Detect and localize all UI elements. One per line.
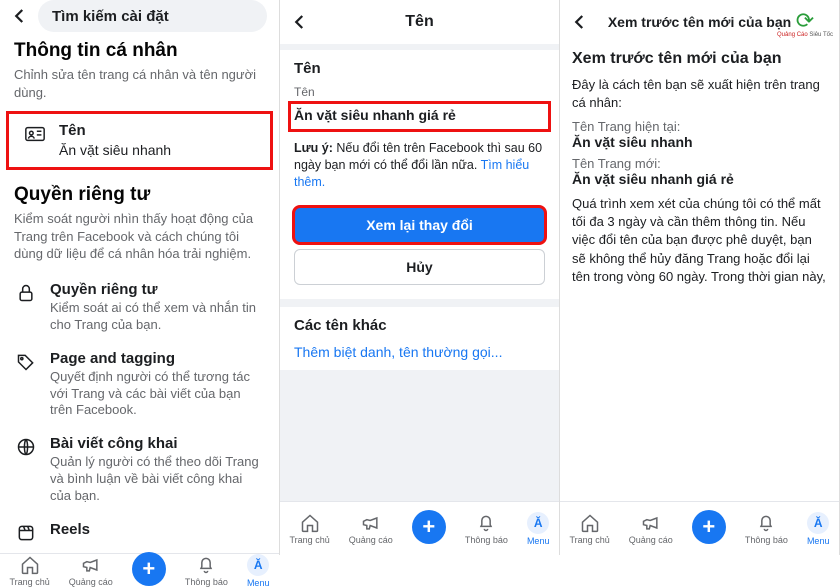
lock-icon xyxy=(14,281,38,305)
public-title: Bài viết công khai xyxy=(50,435,265,452)
section-sub-privacy: Kiểm soát người nhìn thấy hoạt động của … xyxy=(14,210,265,263)
note-text: Lưu ý: Nếu đổi tên trên Facebook thì sau… xyxy=(280,138,559,201)
nav-notif[interactable]: Thông báo xyxy=(745,513,788,545)
nav-notif[interactable]: Thông báo xyxy=(185,555,228,587)
nav-create[interactable]: + xyxy=(692,514,726,544)
nav-create[interactable]: + xyxy=(132,556,166,586)
tag-sub: Quyết định người có thể tương tác với Tr… xyxy=(50,369,265,420)
cancel-button[interactable]: Hủy xyxy=(294,249,545,285)
nav-menu[interactable]: ĂMenu xyxy=(247,554,270,588)
add-nickname-link[interactable]: Thêm biệt danh, tên thường gọi... xyxy=(280,334,559,370)
nav-home[interactable]: Trang chủ xyxy=(570,513,610,545)
nav-notif[interactable]: Thông báo xyxy=(465,513,508,545)
page-title: Tên xyxy=(286,13,553,31)
privacy-sub: Kiểm soát ai có thể xem và nhắn tin cho … xyxy=(50,300,265,334)
lead-text: Đây là cách tên bạn sẽ xuất hiện trên tr… xyxy=(572,76,827,111)
plus-icon: + xyxy=(132,552,166,586)
card-label-name: Tên xyxy=(280,50,559,77)
name-row[interactable]: Tên Ăn vặt siêu nhanh xyxy=(6,111,273,170)
current-name-label: Tên Trang hiện tại: xyxy=(572,119,827,134)
other-names-label: Các tên khác xyxy=(280,307,559,334)
new-name-label: Tên Trang mới: xyxy=(572,156,827,171)
name-value: Ăn vặt siêu nhanh xyxy=(59,141,256,159)
nav-ads[interactable]: Quảng cáo xyxy=(349,513,393,545)
name-input[interactable]: Ăn vặt siêu nhanh giá rẻ xyxy=(290,103,549,130)
panel-edit-name: Tên Tên Tên Ăn vặt siêu nhanh giá rẻ Lưu… xyxy=(280,0,560,555)
public-sub: Quản lý người có thể theo dõi Trang và b… xyxy=(50,454,265,505)
header: Tên xyxy=(280,0,559,44)
panel-preview-name: ⟳ Quảng Cáo Siêu Tốc Xem trước tên mới c… xyxy=(560,0,840,555)
search-input[interactable]: Tìm kiếm cài đặt xyxy=(38,0,267,32)
reels-row[interactable]: Reels xyxy=(0,513,279,553)
nav-menu[interactable]: ĂMenu xyxy=(807,512,830,546)
nav-ads[interactable]: Quảng cáo xyxy=(69,555,113,587)
info-block-1: Quá trình xem xét của chúng tôi có thể m… xyxy=(572,195,827,286)
section-heading: Xem trước tên mới của bạn xyxy=(572,50,827,68)
privacy-title: Quyền riêng tư xyxy=(50,281,265,298)
public-posts-row[interactable]: Bài viết công khai Quản lý người có thể … xyxy=(0,427,279,513)
menu-icon: Ă xyxy=(527,512,549,534)
nav-ads[interactable]: Quảng cáo xyxy=(629,513,673,545)
current-name-value: Ăn vặt siêu nhanh xyxy=(572,134,827,150)
nav-menu[interactable]: ĂMenu xyxy=(527,512,550,546)
bottom-nav: Trang chủ Quảng cáo + Thông báo ĂMenu xyxy=(0,553,279,588)
bottom-nav: Trang chủ Quảng cáo + Thông báo ĂMenu xyxy=(560,501,839,555)
new-name-value: Ăn vặt siêu nhanh giá rẻ xyxy=(572,171,827,187)
bottom-nav: Trang chủ Quảng cáo + Thông báo ĂMenu xyxy=(280,501,559,555)
section-title-privacy: Quyền riêng tư xyxy=(14,184,265,206)
field-label-name: Tên xyxy=(280,77,559,101)
reels-icon xyxy=(14,521,38,545)
name-label: Tên xyxy=(59,122,256,139)
header: Tìm kiếm cài đặt xyxy=(0,0,279,32)
nav-create[interactable]: + xyxy=(412,514,446,544)
nav-home[interactable]: Trang chủ xyxy=(290,513,330,545)
review-button[interactable]: Xem lại thay đổi xyxy=(294,207,545,243)
plus-icon: + xyxy=(692,510,726,544)
section-sub-personal: Chỉnh sửa tên trang cá nhân và tên người… xyxy=(14,66,265,101)
tag-icon xyxy=(14,350,38,374)
nav-home[interactable]: Trang chủ xyxy=(10,555,50,587)
watermark-logo: ⟳ Quảng Cáo Siêu Tốc xyxy=(775,4,835,44)
globe-icon xyxy=(14,435,38,459)
plus-icon: + xyxy=(412,510,446,544)
reels-title: Reels xyxy=(50,521,265,538)
tag-title: Page and tagging xyxy=(50,350,265,367)
privacy-row[interactable]: Quyền riêng tư Kiểm soát ai có thể xem v… xyxy=(0,273,279,342)
section-title-personal: Thông tin cá nhân xyxy=(14,40,265,62)
panel-settings: Tìm kiếm cài đặt Thông tin cá nhân Chỉnh… xyxy=(0,0,280,555)
menu-icon: Ă xyxy=(247,554,269,576)
tagging-row[interactable]: Page and tagging Quyết định người có thể… xyxy=(0,342,279,428)
menu-icon: Ă xyxy=(807,512,829,534)
back-icon[interactable] xyxy=(6,2,34,30)
id-card-icon xyxy=(23,122,47,146)
